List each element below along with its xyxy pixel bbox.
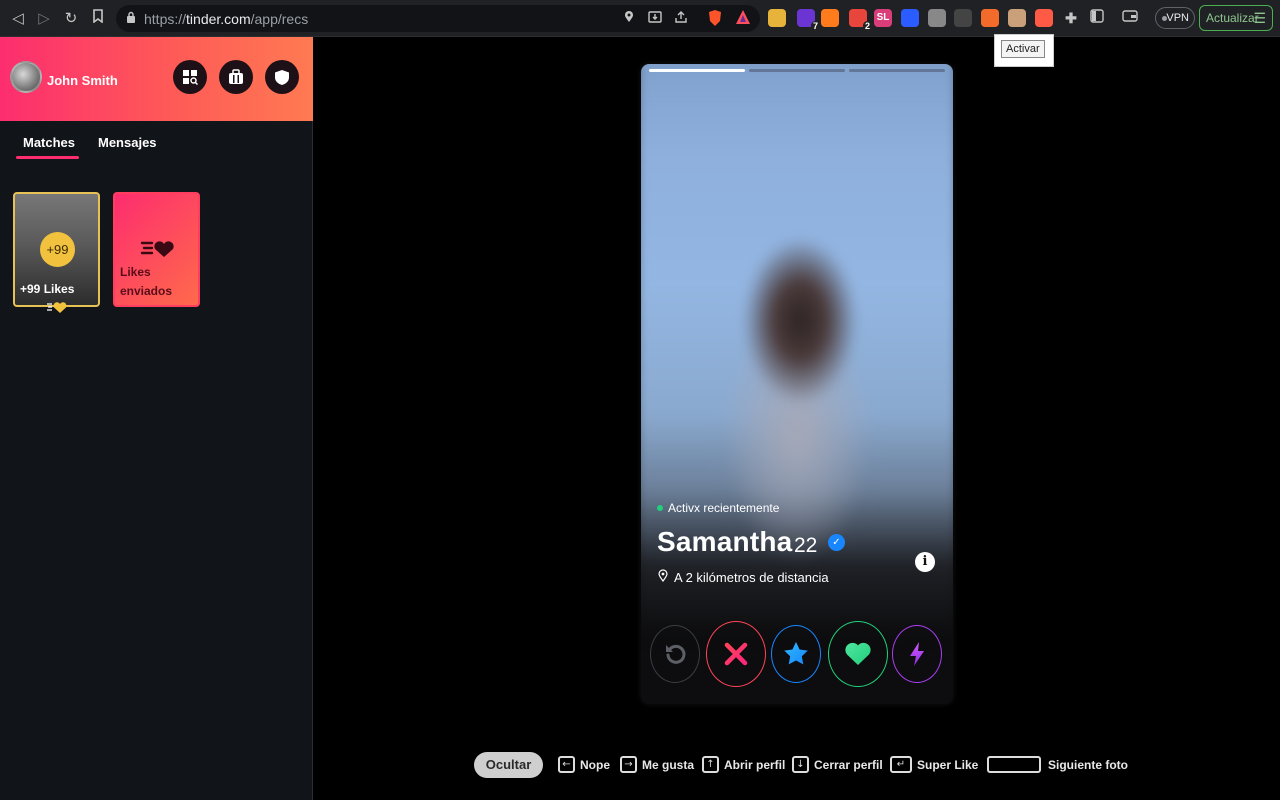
sidebar-tabs: Matches Mensajes xyxy=(0,133,313,161)
close-icon xyxy=(724,642,748,666)
brave-shield-icon[interactable] xyxy=(706,9,724,27)
back-icon[interactable]: ◁ xyxy=(9,9,27,27)
profile-name: Samantha xyxy=(657,526,793,557)
sidebar-toggle-icon[interactable] xyxy=(1088,9,1106,27)
key-close-profile-icon: ↓ xyxy=(792,756,809,773)
key-open-profile-icon: ↑ xyxy=(702,756,719,773)
vpn-button[interactable]: VPN xyxy=(1155,7,1195,29)
safety-button[interactable] xyxy=(265,60,299,94)
update-button[interactable]: Actualizar ☰ xyxy=(1199,5,1273,31)
likes-count-badge: +99 xyxy=(40,232,75,267)
explore-icon xyxy=(183,70,198,85)
install-icon[interactable] xyxy=(647,10,663,26)
bookmark-icon[interactable] xyxy=(89,9,107,27)
user-name[interactable]: John Smith xyxy=(47,73,118,88)
orange-u-extension-icon[interactable] xyxy=(821,9,839,27)
super-like-button[interactable] xyxy=(771,625,821,683)
hint-open-profile-label: Abrir perfil xyxy=(724,758,786,772)
hint-like-label: Me gusta xyxy=(642,758,695,772)
key-nope-icon: ← xyxy=(558,756,575,773)
likes-card-label: +99 Likes xyxy=(20,282,75,296)
sidebar-header: John Smith xyxy=(0,37,313,121)
key-like-icon: → xyxy=(620,756,637,773)
tab-matches[interactable]: Matches xyxy=(23,135,75,150)
tab-messages[interactable]: Mensajes xyxy=(98,135,157,150)
forward-icon[interactable]: ▷ xyxy=(35,9,53,27)
photo-progress-segment[interactable] xyxy=(749,69,845,72)
lock-icon xyxy=(127,11,135,23)
profile-age: 22 xyxy=(794,534,818,557)
sl-extension-icon[interactable]: SL xyxy=(874,9,892,27)
work-mode-button[interactable] xyxy=(219,60,253,94)
photo-progress-segment[interactable] xyxy=(849,69,945,72)
sent-likes-label: Likes enviados xyxy=(120,265,173,298)
key-super-like-icon: ↵ xyxy=(890,756,912,773)
puzzle-colors-extension-icon[interactable] xyxy=(768,9,786,27)
sidebar: John Smith Matches Mensajes +99 +99 Like… xyxy=(0,37,313,800)
keyboard-hints: Ocultar ← Nope → Me gusta ↑ Abrir perfil ↓ Cerr… xyxy=(0,750,1280,780)
activate-button[interactable]: Activar xyxy=(1001,40,1045,58)
tinder-flame-extension-icon[interactable] xyxy=(1035,9,1053,27)
share-icon[interactable] xyxy=(673,10,689,26)
avatar[interactable] xyxy=(10,61,42,93)
address-bar[interactable]: https://tinder.com/app/recs xyxy=(116,5,760,32)
wallet-icon[interactable] xyxy=(1121,9,1139,27)
extension-badge: 7 xyxy=(810,21,820,32)
hide-hints-button[interactable]: Ocultar xyxy=(474,752,543,778)
info-button[interactable]: i xyxy=(915,552,935,572)
camera-extension-icon[interactable] xyxy=(928,9,946,27)
update-label: Actualizar xyxy=(1206,11,1259,25)
gold-heart-icon xyxy=(47,302,67,313)
extension-badge: 2 xyxy=(862,21,872,32)
rewind-icon xyxy=(666,644,686,664)
briefcase-icon xyxy=(229,69,243,84)
extensions-puzzle-icon[interactable]: ✚ xyxy=(1062,9,1080,27)
brave-rewards-icon[interactable] xyxy=(734,9,752,27)
location-pin-icon xyxy=(658,569,668,582)
star-icon xyxy=(784,642,808,665)
activate-tooltip: Activar xyxy=(994,34,1054,67)
hint-nope-label: Nope xyxy=(580,758,610,772)
blue-check-extension-icon[interactable] xyxy=(901,9,919,27)
verified-badge-icon: ✓ xyxy=(828,534,845,551)
photo-progress-segment[interactable] xyxy=(649,69,745,72)
online-dot xyxy=(657,505,663,511)
sent-heart-icon xyxy=(140,241,174,257)
activity-status: Activx recientemente xyxy=(668,501,780,515)
menu-icon: ☰ xyxy=(1253,10,1266,26)
active-tab-indicator xyxy=(16,156,79,159)
url-text: https://tinder.com/app/recs xyxy=(144,11,309,27)
rewind-button[interactable] xyxy=(650,625,700,683)
red-extension-icon[interactable]: 2 xyxy=(849,9,872,32)
browser-toolbar: ◁ ▷ ↻ https://tinder.com/app/recs 7 2 SL ✚… xyxy=(0,0,1280,37)
like-button[interactable] xyxy=(828,621,888,687)
hint-close-profile-label: Cerrar perfil xyxy=(814,758,883,772)
profile-distance: A 2 kilómetros de distancia xyxy=(674,570,829,585)
lightning-icon xyxy=(910,642,924,666)
likes-you-card[interactable]: +99 +99 Likes xyxy=(13,192,100,313)
owl-extension-icon[interactable] xyxy=(1008,9,1026,27)
heart-icon xyxy=(845,642,871,665)
purple-extension-icon[interactable]: 7 xyxy=(797,9,820,32)
orange-circle-extension-icon[interactable] xyxy=(981,9,999,27)
boost-button[interactable] xyxy=(892,625,942,683)
explore-button[interactable] xyxy=(173,60,207,94)
hint-next-photo-label: Siguiente foto xyxy=(1048,758,1128,772)
glasses-extension-icon[interactable] xyxy=(954,9,972,27)
nope-button[interactable] xyxy=(706,621,766,687)
profile-card[interactable]: Activx recientemente Samantha 22 ✓ A 2 k… xyxy=(641,64,953,704)
shield-icon xyxy=(275,70,289,85)
key-next-photo-icon xyxy=(987,756,1041,773)
hint-super-like-label: Super Like xyxy=(917,758,979,772)
reload-icon[interactable]: ↻ xyxy=(62,9,80,27)
sent-likes-card[interactable]: Likes enviados xyxy=(113,192,200,307)
location-icon[interactable] xyxy=(621,10,637,26)
